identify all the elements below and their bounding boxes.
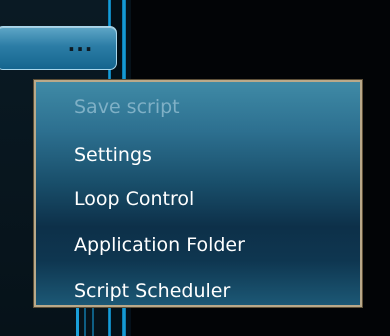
panel-divider <box>84 306 86 336</box>
menu-item-settings[interactable]: Settings <box>74 143 152 167</box>
menu-item-loop-control[interactable]: Loop Control <box>74 187 194 211</box>
menu-item-application-folder[interactable]: Application Folder <box>74 233 245 257</box>
ellipsis-icon: ... <box>67 32 94 56</box>
menu-item-save-script: Save script <box>74 96 180 118</box>
app-window: ... Save script Settings Loop Control Ap… <box>0 0 390 336</box>
context-menu: Save script Settings Loop Control Applic… <box>34 80 362 307</box>
panel-divider <box>92 306 94 336</box>
more-options-button[interactable]: ... <box>0 26 117 70</box>
menu-item-script-scheduler[interactable]: Script Scheduler <box>74 279 230 303</box>
panel-divider <box>76 306 79 336</box>
